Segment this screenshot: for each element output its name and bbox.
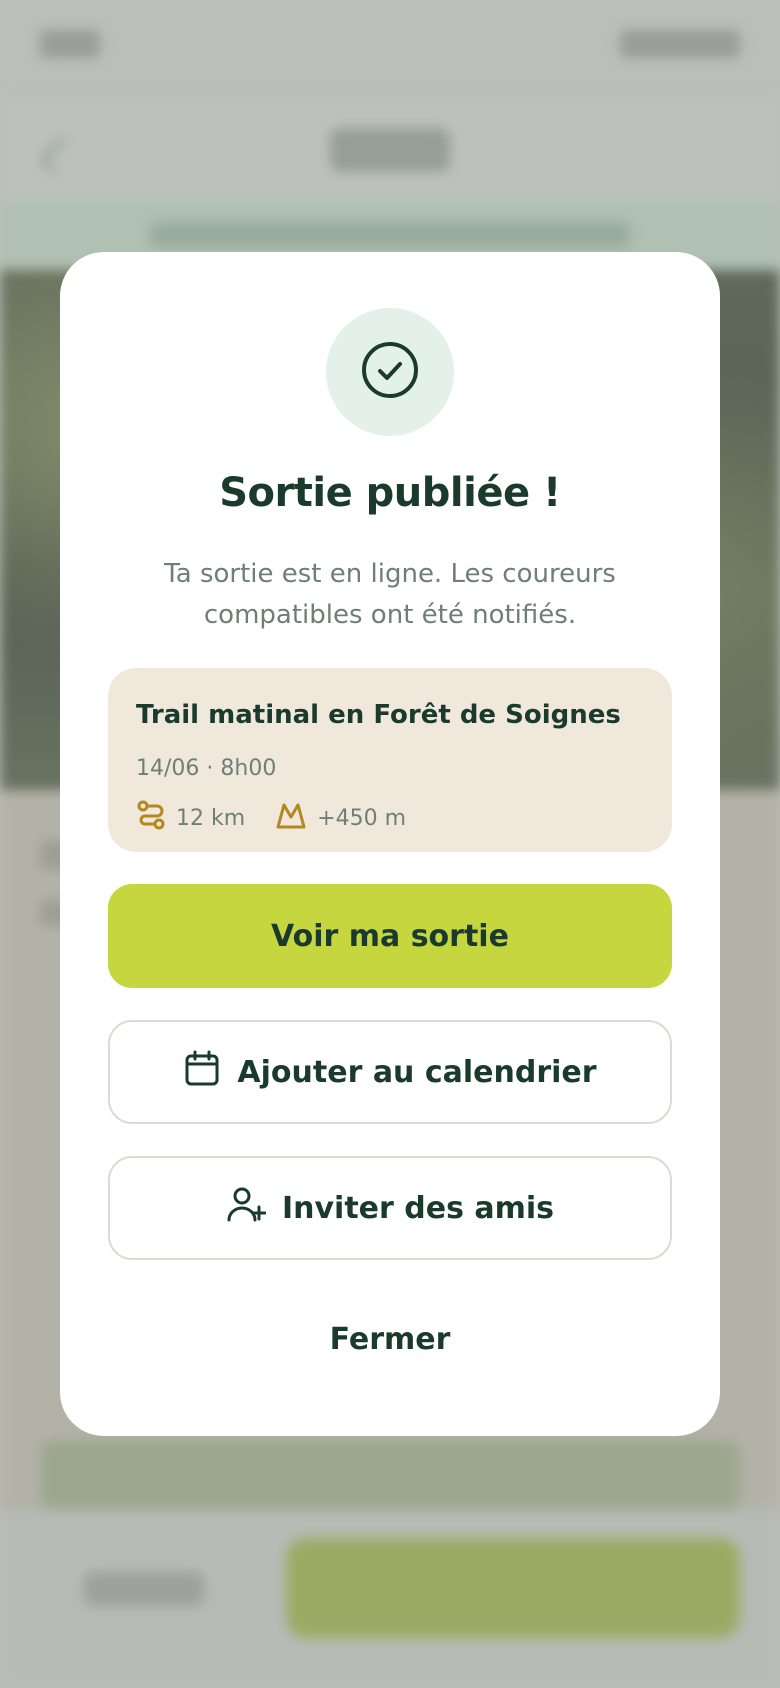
modal-title: Sortie publiée ! (219, 470, 561, 516)
close-button[interactable]: Fermer (60, 1322, 720, 1357)
calendar-icon (183, 1049, 237, 1095)
success-modal: Sortie publiée ! Ta sortie est en ligne.… (60, 252, 720, 1436)
user-plus-icon (226, 1185, 282, 1231)
view-outing-label: Voir ma sortie (271, 918, 509, 954)
view-outing-button[interactable]: Voir ma sortie (108, 884, 672, 988)
check-circle-icon (360, 340, 420, 404)
elevation-stat: +450 m (275, 800, 406, 836)
success-badge (326, 308, 454, 436)
outing-title: Trail matinal en Forêt de Soignes (136, 700, 621, 730)
distance-stat: 12 km (136, 800, 245, 836)
distance-value: 12 km (176, 805, 246, 831)
modal-subtitle: Ta sortie est en ligne. Les coureurs com… (164, 559, 616, 630)
outing-date: 14/06 · 8h00 (136, 756, 277, 781)
add-to-calendar-label: Ajouter au calendrier (237, 1054, 597, 1090)
mountain-icon (275, 800, 317, 836)
outing-stats: 12 km +450 m (136, 800, 436, 836)
invite-friends-button[interactable]: Inviter des amis (108, 1156, 672, 1260)
outing-summary-card: Trail matinal en Forêt de Soignes 14/06 … (108, 668, 672, 852)
invite-friends-label: Inviter des amis (281, 1190, 555, 1226)
elevation-value: +450 m (317, 805, 407, 831)
route-icon (136, 800, 176, 836)
add-to-calendar-button[interactable]: Ajouter au calendrier (108, 1020, 672, 1124)
